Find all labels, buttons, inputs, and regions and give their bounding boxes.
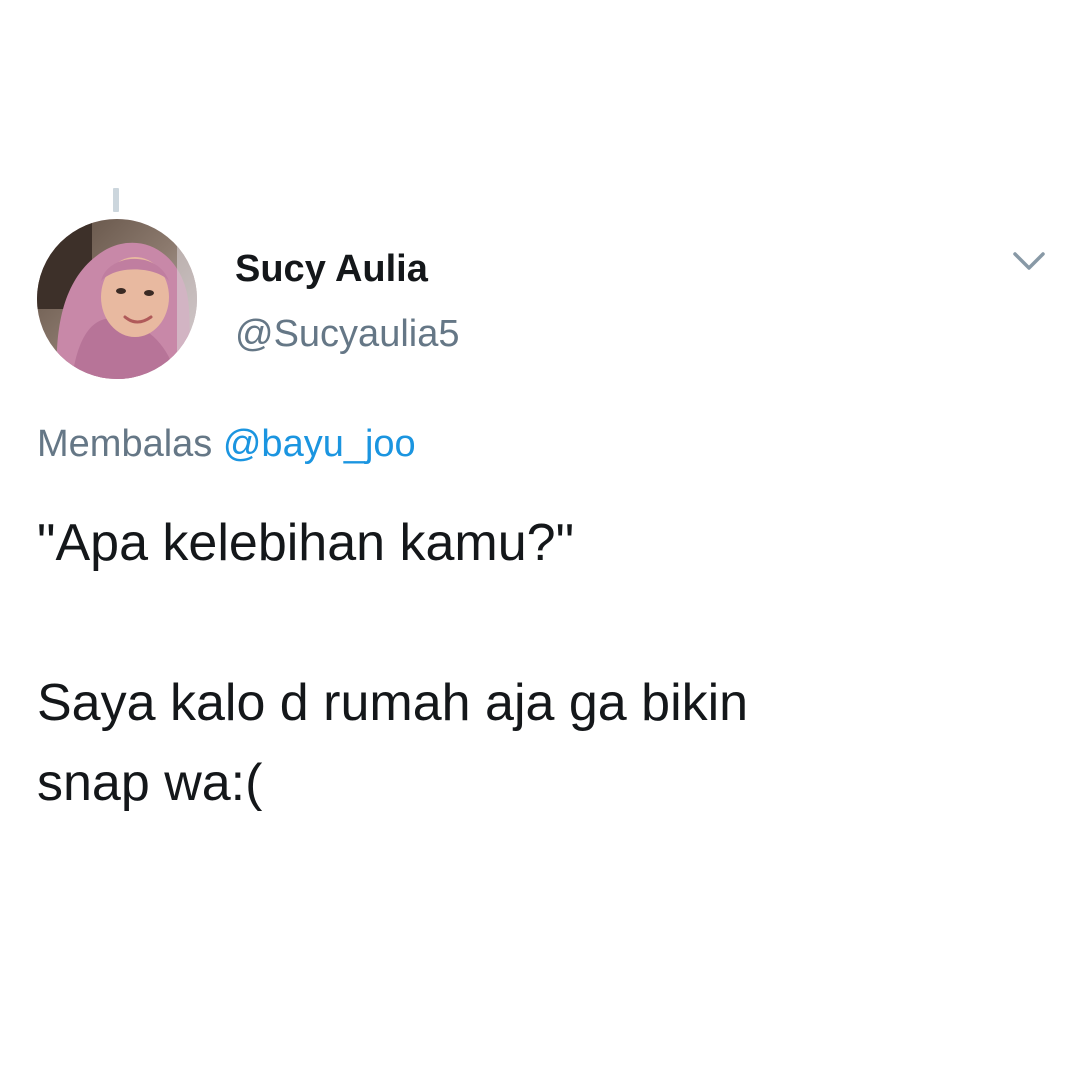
tweet-text-line: snap wa:( xyxy=(37,754,263,812)
avatar-photo xyxy=(37,219,197,379)
author-handle[interactable]: @Sucyaulia5 xyxy=(235,313,459,356)
reply-mention-link[interactable]: @bayu_joo xyxy=(223,423,416,465)
reply-context: Membalas @bayu_joo xyxy=(37,423,416,466)
tweet-text-line: Saya kalo d rumah aja ga bikin xyxy=(37,674,749,732)
reply-prefix: Membalas xyxy=(37,423,213,465)
thread-connector-line xyxy=(113,188,119,212)
tweet-text: "Apa kelebihan kamu?" Saya kalo d rumah … xyxy=(37,503,1037,823)
avatar[interactable] xyxy=(37,219,197,379)
tweet-text-paragraph: "Apa kelebihan kamu?" xyxy=(37,514,575,572)
chevron-down-icon[interactable] xyxy=(1011,248,1047,274)
author-display-name[interactable]: Sucy Aulia xyxy=(235,248,428,291)
